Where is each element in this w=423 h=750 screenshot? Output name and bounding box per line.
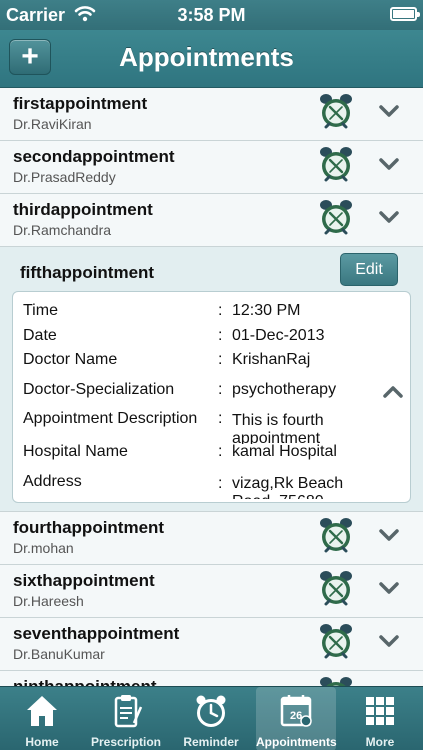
alarm-clock-icon[interactable] [318, 517, 354, 555]
detail-value: kamal Hospital [232, 443, 337, 460]
detail-label: Address [23, 473, 82, 490]
tab-label: More [365, 735, 395, 749]
tab-appointments[interactable]: 26 Appointments [256, 687, 337, 750]
prescription-icon [114, 695, 143, 728]
appointment-row[interactable]: fourthappointment Dr.mohan [0, 512, 423, 565]
detail-description: Appointment Description : This is fourth… [23, 410, 403, 444]
appointment-row[interactable]: ninthappointment [0, 671, 423, 686]
tab-label: Prescription [90, 735, 162, 749]
detail-value: 12:30 PM [232, 302, 301, 319]
alarm-clock-icon[interactable] [318, 199, 354, 237]
detail-label: Time [23, 302, 58, 319]
alarm-clock-icon[interactable] [318, 676, 354, 686]
detail-value: 01-Dec-2013 [232, 327, 325, 344]
chevron-down-icon[interactable] [377, 578, 401, 598]
chevron-down-icon[interactable] [377, 525, 401, 545]
detail-value: This is fourth appointment [232, 412, 324, 444]
tab-label: Reminder [183, 735, 239, 749]
chevron-down-icon[interactable] [377, 101, 401, 121]
appointment-name: thirdappointment [13, 200, 153, 219]
detail-label: Doctor Name [23, 351, 118, 368]
appointment-name: seventhappointment [13, 624, 180, 643]
add-appointment-button[interactable]: + [9, 39, 51, 75]
home-icon [27, 696, 57, 726]
tab-label: Home [25, 735, 59, 749]
detail-value: psychotherapy [232, 381, 337, 398]
appointment-list[interactable]: firstappointment Dr.RaviKiran secondappo… [0, 88, 423, 686]
calendar-icon: 26 [280, 695, 312, 727]
tab-label: Appointments [256, 735, 337, 749]
status-time: 3:58 PM [177, 5, 246, 25]
tab-home[interactable]: Home [2, 687, 82, 750]
edit-button[interactable]: Edit [340, 253, 398, 286]
chevron-up-icon[interactable] [381, 382, 405, 402]
appointment-doctor: Dr.Ramchandra [13, 222, 112, 238]
appointment-name: ninthappointment [13, 677, 157, 686]
alarm-clock-icon[interactable] [318, 146, 354, 184]
appointment-doctor: Dr.Hareesh [13, 593, 84, 609]
appointment-name: firstappointment [13, 94, 148, 113]
detail-separator: : [218, 443, 223, 460]
tab-more[interactable]: More [340, 687, 420, 750]
appointment-doctor: Dr.PrasadReddy [13, 169, 116, 185]
appointment-doctor: Dr.BanuKumar [13, 646, 105, 662]
appointment-details-panel: Time : 12:30 PM Date : 01-Dec-2013 Docto… [12, 291, 411, 503]
grid-icon [366, 697, 394, 725]
appointment-doctor: Dr.mohan [13, 540, 74, 556]
detail-separator: : [218, 302, 223, 319]
detail-value: vizag,Rk Beach Road, 75680 [232, 475, 344, 499]
chevron-down-icon[interactable] [377, 154, 401, 174]
appointment-name: fourthappointment [13, 518, 165, 537]
detail-separator: : [218, 475, 223, 492]
appointment-row[interactable]: seventhappointment Dr.BanuKumar [0, 618, 423, 671]
appointment-row[interactable]: firstappointment Dr.RaviKiran [0, 88, 423, 141]
detail-separator: : [218, 351, 223, 368]
detail-label: Date [23, 327, 57, 344]
tab-bar: Home Prescription Reminder 26 Appointmen… [0, 686, 423, 750]
expanded-appointment: fifthappointment Edit Time : 12:30 PM Da… [0, 247, 423, 512]
detail-separator: : [218, 381, 223, 398]
detail-label: Doctor-Specialization [23, 381, 175, 398]
alarm-clock-icon [196, 695, 226, 727]
detail-address: Address : vizag,Rk Beach Road, 75680 [23, 473, 403, 499]
navigation-bar: + Appointments [0, 30, 423, 88]
battery-icon [390, 7, 420, 21]
detail-value: KrishanRaj [232, 351, 311, 368]
page-title: Appointments [119, 42, 294, 72]
tab-prescription[interactable]: Prescription [86, 687, 166, 750]
chevron-down-icon[interactable] [377, 631, 401, 651]
alarm-clock-icon[interactable] [318, 93, 354, 131]
appointment-row[interactable]: sixthappointment Dr.Hareesh [0, 565, 423, 618]
tab-reminder[interactable]: Reminder [171, 687, 251, 750]
detail-label: Hospital Name [23, 443, 128, 460]
appointment-row[interactable]: secondappointment Dr.PrasadReddy [0, 141, 423, 194]
appointment-doctor: Dr.RaviKiran [13, 116, 92, 132]
detail-label: Appointment Description [23, 410, 198, 427]
detail-separator: : [218, 410, 223, 427]
chevron-down-icon[interactable] [377, 207, 401, 227]
expanded-appointment-name: fifthappointment [20, 263, 155, 282]
alarm-clock-icon[interactable] [318, 623, 354, 661]
appointment-row[interactable]: thirdappointment Dr.Ramchandra [0, 194, 423, 247]
status-bar: Carrier 3:58 PM [0, 0, 423, 30]
detail-separator: : [218, 327, 223, 344]
alarm-clock-icon[interactable] [318, 570, 354, 608]
appointment-name: secondappointment [13, 147, 175, 166]
appointment-name: sixthappointment [13, 571, 155, 590]
